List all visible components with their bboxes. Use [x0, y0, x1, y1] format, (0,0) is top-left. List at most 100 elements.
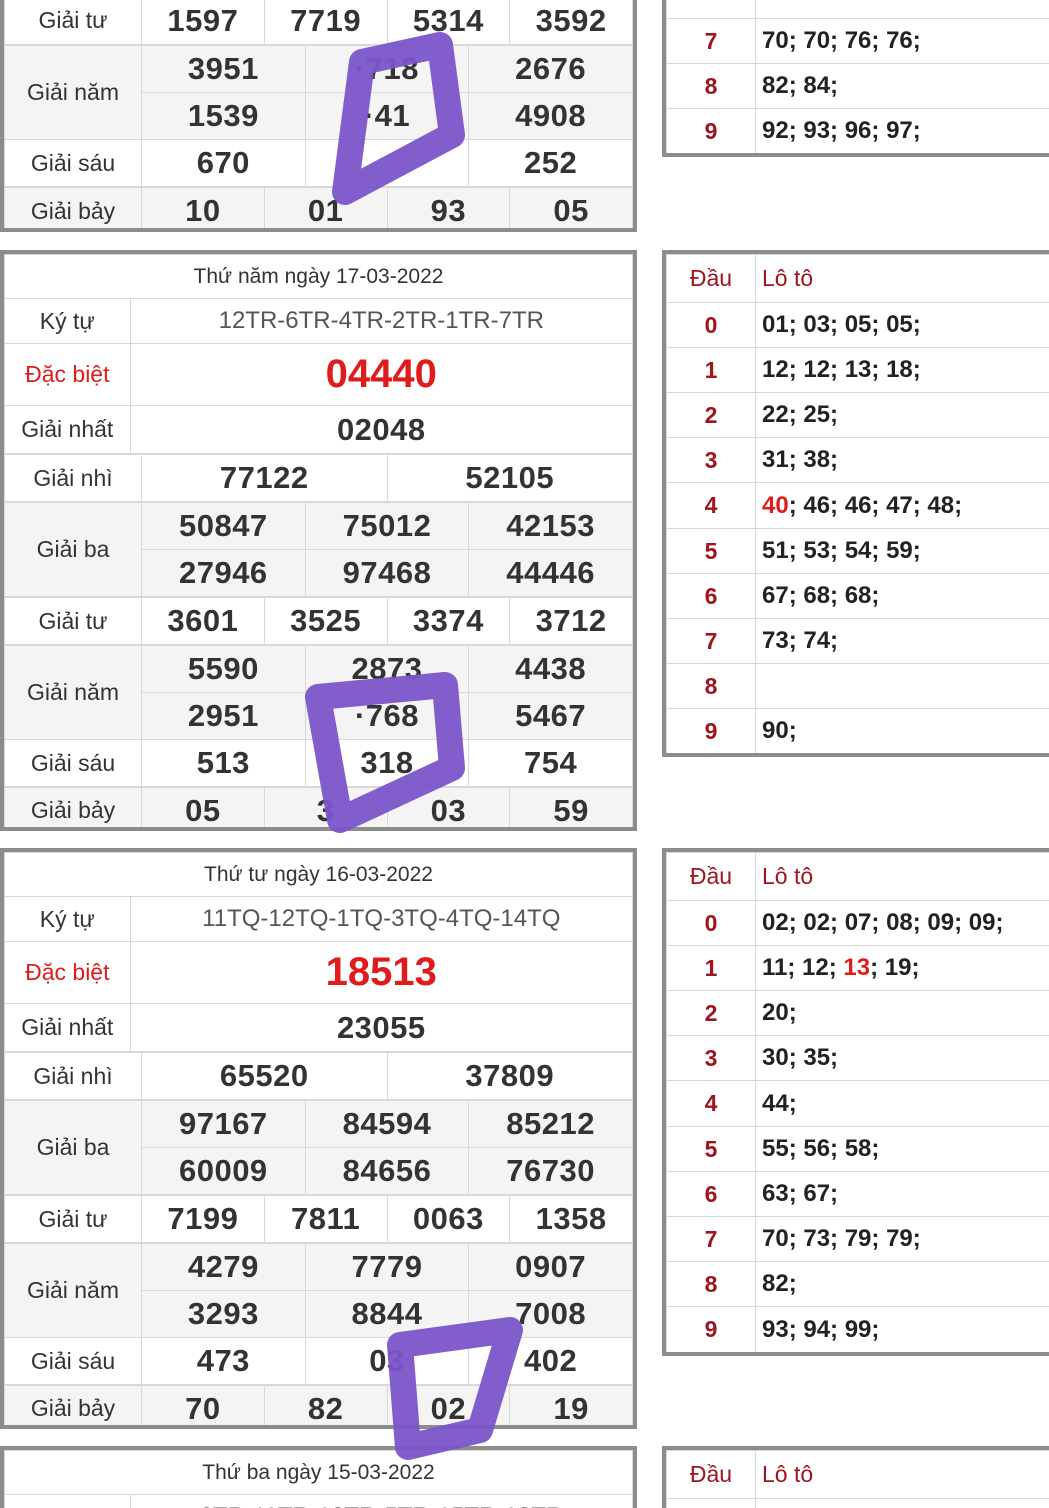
g3-number: 75012	[304, 502, 470, 550]
label-giai-ba: Giải ba	[4, 502, 142, 597]
row-giai-tu: Giải tư 1597 7719 5314 3592	[4, 0, 633, 45]
label-ky-tu: Ký tự	[4, 896, 131, 942]
g5-number: 7779	[304, 1243, 470, 1291]
g5-number: 4908	[468, 92, 633, 140]
loto-values: 92; 93; 96; 97;	[755, 108, 1049, 153]
ky-tu-code: 11TQ-12TQ-1TQ-3TQ-4TQ-14TQ	[129, 896, 633, 942]
ky-tu-code: 12TR-6TR-4TR-2TR-1TR-7TR	[129, 298, 633, 344]
draw-date: Thứ ba ngày 15-03-2022	[4, 1450, 633, 1495]
label-dac-biet: Đặc biệt	[4, 343, 131, 406]
g5-number: 0907	[468, 1243, 633, 1291]
g5-number: 3293	[141, 1290, 306, 1338]
loto-values: 70; 70; 76; 76;	[755, 18, 1049, 64]
g4-number: 3374	[386, 597, 511, 645]
loto-dau: 0	[666, 302, 756, 348]
g7-number: 59	[509, 787, 633, 827]
loto-dau: 8	[666, 63, 756, 109]
label-giai-ba: Giải ba	[4, 1100, 142, 1195]
g6-number: 402	[468, 1337, 633, 1385]
g4-number: 7811	[263, 1195, 388, 1243]
g4-number: 1358	[509, 1195, 633, 1243]
g2-number: 37809	[386, 1052, 633, 1100]
g7-number: 10	[141, 187, 265, 228]
label-giai-bay: Giải bảy	[4, 1385, 142, 1425]
g6-number: 252	[468, 139, 633, 187]
g5-number: 5590	[141, 645, 306, 693]
g6-number: 670	[141, 139, 306, 187]
loto-header-loto: Lô tô	[755, 1450, 1049, 1499]
label-giai-nam: Giải năm	[4, 45, 142, 140]
loto-table-partial: 7 70; 70; 76; 76; 8 82; 84; 9 92; 93; 96; 9…	[662, 0, 1049, 157]
label-giai-nhi: Giải nhì	[4, 1052, 142, 1100]
g6-number: 03	[304, 1337, 470, 1385]
loto-values: 31; 38;	[755, 437, 1049, 483]
g2-number: 65520	[141, 1052, 388, 1100]
g6-number: 318	[304, 739, 470, 787]
label-ky-tu: Ký tự	[4, 1494, 131, 1508]
label-giai-bay: Giải bảy	[4, 187, 142, 228]
label-giai-nam: Giải năm	[4, 1243, 142, 1338]
g1-number: 02048	[129, 405, 633, 454]
loto-dau: 8	[666, 663, 756, 709]
g4-number: 0063	[386, 1195, 511, 1243]
loto-values: 30; 35;	[755, 1035, 1049, 1081]
loto-values: 01; 03; 05; 05;	[755, 302, 1049, 348]
loto-highlight: 40	[762, 491, 789, 519]
g3-number: 27946	[141, 549, 306, 597]
g4-number: 5314	[386, 0, 511, 45]
loto-values: 73; 74;	[755, 618, 1049, 664]
g6-number: 513	[141, 739, 306, 787]
g5-number: ·718	[304, 45, 470, 93]
loto-values: 90;	[755, 708, 1049, 753]
draw-date: Thứ tư ngày 16-03-2022	[4, 852, 633, 897]
g6-number	[304, 139, 470, 187]
g2-number: 77122	[141, 454, 388, 502]
loto-dau: 1	[666, 945, 756, 991]
label-giai-tu: Giải tư	[4, 0, 142, 45]
loto-values: 63; 67;	[755, 1171, 1049, 1217]
label-giai-tu: Giải tư	[4, 1195, 142, 1243]
g7-number: 01	[263, 187, 388, 228]
label-giai-nam: Giải năm	[4, 645, 142, 740]
loto-dau: 5	[666, 1126, 756, 1172]
g3-number: 76730	[468, 1147, 633, 1195]
g4-number: 7199	[141, 1195, 265, 1243]
loto-highlight: 13	[843, 954, 871, 981]
g2-number: 52105	[386, 454, 633, 502]
g4-number: 3712	[509, 597, 633, 645]
g5-number: 7008	[468, 1290, 633, 1338]
g6-number: 473	[141, 1337, 306, 1385]
g5-number: 2951	[141, 692, 306, 740]
loto-dau: 8	[666, 1261, 756, 1307]
loto-header-dau: Đầu	[666, 852, 756, 901]
loto-values: 51; 53; 54; 59;	[755, 528, 1049, 574]
g4-number: 3525	[263, 597, 388, 645]
loto-table-16-03: Đầu Lô tô 0 02; 02; 07; 08; 09; 09; 1 11; 1…	[662, 848, 1049, 1356]
loto-values: 22; 25;	[755, 392, 1049, 438]
label-giai-nhat: Giải nhất	[4, 1003, 131, 1052]
g3-number: 42153	[468, 502, 633, 550]
loto-dau: 2	[666, 392, 756, 438]
loto-values: 44;	[755, 1080, 1049, 1127]
loto-dau: 6	[666, 573, 756, 619]
loto-dau: 9	[666, 108, 756, 153]
result-table-partial: Giải tư 1597 7719 5314 3592 Giải năm 395…	[0, 0, 637, 232]
g4-number: 7719	[263, 0, 388, 45]
loto-values-pre: 11; 12;	[762, 954, 844, 981]
g7-number: 03	[386, 787, 511, 827]
g5-number: 2676	[468, 45, 633, 93]
result-table-16-03: Thứ tư ngày 16-03-2022 Ký tự 11TQ-12TQ-1T…	[0, 848, 637, 1429]
g4-number: 3601	[141, 597, 265, 645]
g3-number: 60009	[141, 1147, 306, 1195]
ky-tu-code: 6TR-11TR-10TR-5TR-15TR-13TR	[129, 1494, 633, 1508]
loto-values	[755, 663, 1049, 709]
g3-number: 84594	[304, 1100, 470, 1148]
result-table-15-03: Thứ ba ngày 15-03-2022 Ký tự6TR-11TR-10T…	[0, 1446, 637, 1508]
g7-number: 70	[141, 1385, 265, 1425]
loto-dau: 7	[666, 18, 756, 64]
label-giai-tu: Giải tư	[4, 597, 142, 645]
loto-dau: 3	[666, 437, 756, 483]
g4-number: 3592	[509, 0, 633, 45]
g6-number: 754	[468, 739, 633, 787]
g3-number: 97167	[141, 1100, 306, 1148]
